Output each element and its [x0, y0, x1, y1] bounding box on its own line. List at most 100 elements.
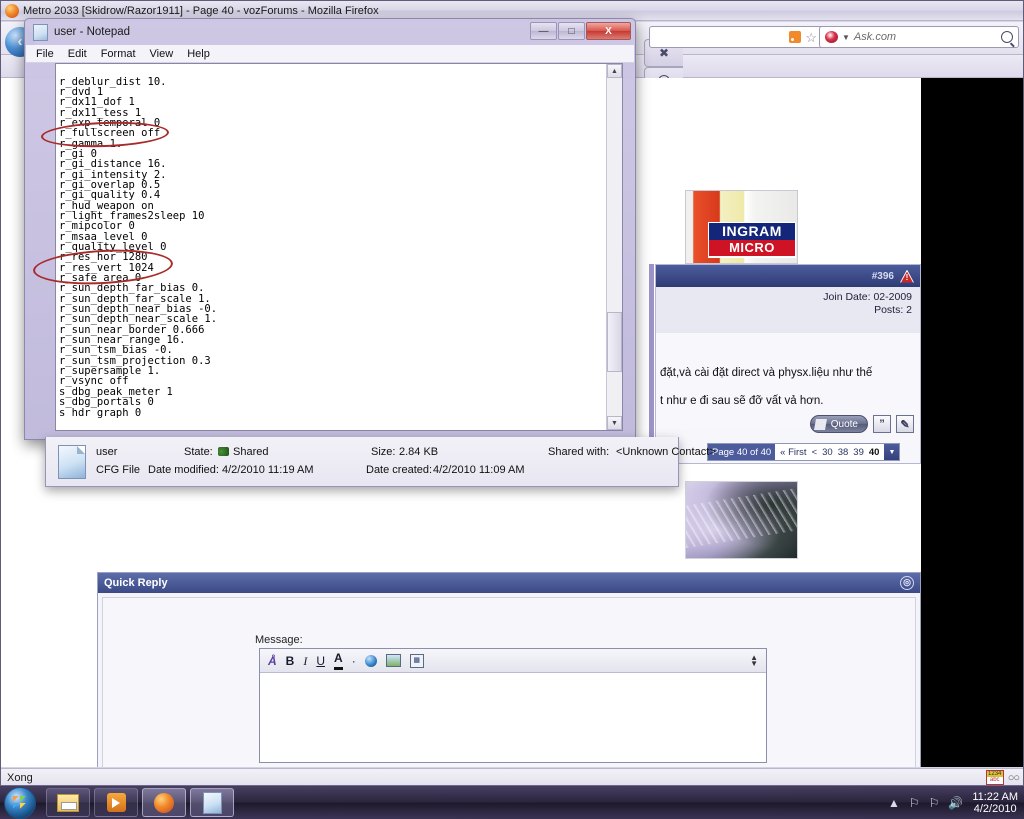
- bookmark-star-icon[interactable]: ☆: [805, 31, 817, 44]
- volume-icon[interactable]: 🔊: [948, 797, 963, 809]
- explorer-details-pane: user State: Shared Size: 2.84 KB Shared …: [45, 437, 716, 487]
- page-right-gutter: [921, 78, 1023, 767]
- explorer-icon: [57, 793, 79, 812]
- firefox-title-text: Metro 2033 [Skidrow/Razor1911] - Page 40…: [23, 4, 379, 17]
- page-link-39[interactable]: 39: [853, 447, 864, 458]
- taskbar-clock[interactable]: 11:22 AM 4/2/2010: [972, 791, 1020, 815]
- network-flag-icon[interactable]: ⚐: [909, 797, 920, 809]
- taskbar-item-firefox[interactable]: [142, 788, 186, 817]
- notepad-content[interactable]: r_deblur_dist 10. r_dvd 1 r_dx11_dof 1 r…: [59, 77, 606, 418]
- menu-format[interactable]: Format: [101, 48, 136, 60]
- post-action-buttons: Quote ” ✎: [809, 415, 914, 433]
- taskbar-item-media-player[interactable]: [94, 788, 138, 817]
- close-button[interactable]: X: [586, 22, 631, 40]
- action-center-icon[interactable]: ⚐: [929, 797, 940, 809]
- page-dropdown-icon[interactable]: ▼: [884, 444, 900, 460]
- report-post-icon[interactable]: [900, 269, 914, 283]
- clock-date: 4/2/2010: [973, 802, 1017, 815]
- search-input[interactable]: Ask.com: [854, 31, 997, 43]
- quick-reply-body: Message: Å B I U A · ▦ ▲ ▼: [98, 593, 920, 767]
- scroll-up-icon[interactable]: ▲: [607, 64, 622, 78]
- insert-link-icon[interactable]: [364, 654, 377, 667]
- date-created-value: 4/2/2010 11:09 AM: [433, 464, 525, 476]
- editor-resize-handle[interactable]: ▲ ▼: [750, 653, 758, 667]
- quick-reply-title: Quick Reply: [104, 577, 168, 589]
- search-bar[interactable]: ▼ Ask.com: [819, 26, 1019, 48]
- multiquote-icon[interactable]: ”: [873, 415, 891, 433]
- quick-reply-header: Quick Reply ◎: [98, 573, 920, 593]
- notepad-text-area[interactable]: r_deblur_dist 10. r_dvd 1 r_dx11_dof 1 r…: [55, 63, 623, 431]
- file-state-label: State:: [184, 446, 213, 458]
- reply-with-quote-icon[interactable]: ✎: [896, 415, 914, 433]
- search-engine-chevron-icon[interactable]: ▼: [842, 33, 850, 42]
- font-color-chevron-icon[interactable]: ·: [352, 655, 356, 667]
- notepad-titlebar[interactable]: user - Notepad — □ X: [25, 19, 635, 45]
- taskbar-item-explorer[interactable]: [46, 788, 90, 817]
- ad-banner[interactable]: INGRAM MICRO: [685, 190, 798, 264]
- page-link-38[interactable]: 38: [838, 447, 849, 458]
- menu-view[interactable]: View: [150, 48, 174, 60]
- scroll-down-icon[interactable]: ▼: [607, 416, 622, 430]
- ad-logo-line2: MICRO: [709, 240, 795, 256]
- file-state-value: Shared: [233, 446, 269, 458]
- resize-grip-icon[interactable]: ○○: [1008, 772, 1020, 784]
- message-editor[interactable]: Å B I U A · ▦ ▲ ▼: [259, 648, 767, 763]
- browser-status-bar: Xong 1234 abc ○○: [1, 768, 1023, 786]
- message-textarea[interactable]: [260, 673, 766, 762]
- file-details-row-1: user State: Shared Size: 2.84 KB Shared …: [96, 446, 716, 460]
- page-link-30[interactable]: 30: [822, 447, 833, 458]
- font-color-icon[interactable]: A: [334, 652, 343, 670]
- message-label: Message:: [255, 634, 303, 646]
- menu-file[interactable]: File: [36, 48, 54, 60]
- notepad-window: user - Notepad — □ X File Edit Format Vi…: [24, 18, 636, 440]
- post-user-meta: Join Date: 02-2009 Posts: 2: [656, 287, 920, 333]
- ask-engine-icon[interactable]: [825, 31, 838, 43]
- minimize-button[interactable]: —: [530, 22, 557, 40]
- scrollbar-thumb[interactable]: [607, 312, 622, 372]
- underline-icon[interactable]: U: [316, 655, 325, 667]
- media-player-icon: [106, 793, 126, 812]
- start-button-icon[interactable]: [4, 787, 36, 819]
- shared-icon: [218, 446, 229, 458]
- menu-edit[interactable]: Edit: [68, 48, 87, 60]
- search-submit-icon[interactable]: [1001, 31, 1013, 43]
- collapse-icon[interactable]: ◎: [900, 576, 914, 590]
- notepad-title-text: user - Notepad: [54, 26, 131, 38]
- forum-post: #396 Join Date: 02-2009 Posts: 2 đặt,và …: [641, 264, 921, 464]
- quick-reply-inner-panel: Message: Å B I U A · ▦ ▲ ▼: [102, 597, 916, 767]
- post-count: Posts: 2: [874, 304, 912, 316]
- rss-feed-icon[interactable]: [789, 31, 802, 43]
- maximize-button[interactable]: □: [558, 22, 585, 40]
- system-tray: ▲ ⚐ ⚐ 🔊 11:22 AM 4/2/2010: [888, 786, 1020, 819]
- taskbar-item-notepad[interactable]: [190, 788, 234, 817]
- addon-badge-icon[interactable]: 1234 abc: [985, 770, 1004, 785]
- bold-icon[interactable]: B: [286, 655, 295, 667]
- quote-button[interactable]: Quote: [809, 415, 868, 433]
- show-hidden-icons-icon[interactable]: ▲: [888, 797, 900, 809]
- insert-video-icon[interactable]: ▦: [409, 653, 424, 668]
- page-first-link[interactable]: « First: [780, 447, 806, 458]
- editor-toolbar: Å B I U A · ▦ ▲ ▼: [260, 649, 766, 673]
- date-modified-label: Date modified:: [148, 464, 219, 476]
- notepad-icon: [33, 23, 48, 41]
- firefox-icon: [5, 3, 19, 18]
- signature-image: [685, 481, 798, 559]
- insert-image-icon[interactable]: [385, 654, 401, 667]
- clock-time: 11:22 AM: [972, 790, 1018, 803]
- notepad-vertical-scrollbar[interactable]: ▲ ▼: [606, 64, 622, 430]
- menu-help[interactable]: Help: [187, 48, 210, 60]
- page-prev-link[interactable]: <: [812, 447, 818, 458]
- post-left-accent: [649, 264, 654, 458]
- page-links: « First < 30 38 39 40: [775, 444, 884, 460]
- post-container: #396 Join Date: 02-2009 Posts: 2 đặt,và …: [655, 264, 921, 464]
- file-size-value: 2.84 KB: [399, 446, 439, 458]
- page-link-current[interactable]: 40: [869, 447, 880, 458]
- status-bar-right: 1234 abc ○○: [985, 770, 1020, 785]
- post-number[interactable]: #396: [872, 271, 894, 282]
- file-size-label: Size:: [371, 446, 396, 458]
- date-modified-value: 4/2/2010 11:19 AM: [222, 464, 314, 476]
- remove-formatting-icon[interactable]: Å: [268, 655, 277, 667]
- italic-icon[interactable]: I: [303, 655, 307, 667]
- address-bar[interactable]: ☆ ▼: [649, 26, 835, 48]
- status-text: Xong: [7, 771, 33, 784]
